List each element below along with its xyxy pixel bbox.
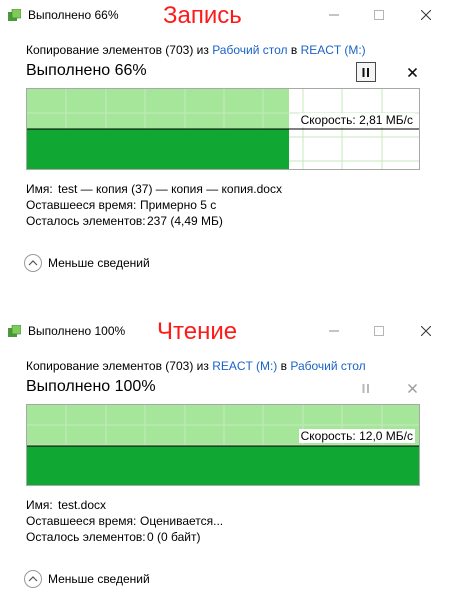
copy-prefix: Копирование элементов (703) из — [26, 359, 213, 373]
overlay-label: Чтение — [157, 318, 238, 345]
minimize-icon — [329, 14, 339, 16]
destination-link[interactable]: Рабочий стол — [290, 359, 365, 373]
speed-graph: Скорость: 2,81 МБ/с — [26, 88, 420, 170]
speed-graph: Скорость: 12,0 МБ/с — [26, 404, 420, 486]
destination-link[interactable]: REACT (M:) — [301, 43, 366, 57]
copy-app-icon — [8, 9, 21, 21]
copy-dialog-write: Выполнено 66% Запись Копирование элемент… — [0, 0, 450, 300]
fewer-details-label: Меньше сведений — [48, 572, 150, 586]
close-button[interactable] — [411, 2, 441, 28]
details-panel: Имя: test.docx Оставшееся время: Оценивает… — [26, 497, 223, 545]
items-row: Осталось элементов: 0 (0 байт) — [26, 529, 223, 545]
title-bar[interactable]: Выполнено 66% Запись — [0, 0, 450, 30]
copy-middle: в — [277, 359, 291, 373]
pause-button[interactable] — [356, 62, 376, 82]
window-title: Выполнено 100% — [28, 324, 126, 338]
maximize-button[interactable] — [364, 2, 394, 28]
minimize-icon — [329, 330, 339, 332]
cancel-button[interactable] — [403, 63, 421, 81]
fewer-details-label: Меньше сведений — [48, 256, 150, 270]
speed-label: Скорость: 2,81 МБ/с — [298, 113, 415, 127]
progress-heading: Выполнено 66% — [26, 62, 147, 79]
window-title: Выполнено 66% — [28, 8, 119, 22]
minimize-button[interactable] — [319, 2, 349, 28]
minimize-button[interactable] — [319, 318, 349, 344]
copy-middle: в — [287, 43, 301, 57]
pause-icon — [362, 383, 369, 393]
cancel-icon — [407, 67, 417, 77]
overlay-label: Запись — [163, 2, 242, 29]
close-icon — [421, 326, 431, 336]
maximize-button[interactable] — [364, 318, 394, 344]
time-label: Оставшееся время: — [26, 514, 137, 528]
close-icon — [421, 10, 431, 20]
speed-history — [27, 446, 419, 485]
cancel-icon — [407, 383, 417, 393]
speed-history — [27, 129, 289, 169]
name-label: Имя: — [26, 498, 53, 512]
fewer-details-toggle[interactable]: Меньше сведений — [24, 570, 150, 588]
pause-button[interactable] — [356, 378, 376, 398]
speed-graph-canvas — [27, 405, 419, 485]
copy-dialog-read: Выполнено 100% Чтение Копирование элемен… — [0, 316, 450, 600]
items-label: Осталось элементов: — [26, 530, 146, 544]
source-link[interactable]: Рабочий стол — [212, 43, 287, 57]
copy-app-icon — [8, 325, 21, 337]
items-row: Осталось элементов: 237 (4,49 МБ) — [26, 213, 282, 229]
time-row: Оставшееся время: Оценивается... — [26, 513, 223, 529]
name-row: Имя: test — копия (37) — копия — копия.do… — [26, 181, 282, 197]
details-panel: Имя: test — копия (37) — копия — копия.do… — [26, 181, 282, 229]
items-label: Осталось элементов: — [26, 214, 146, 228]
name-row: Имя: test.docx — [26, 497, 223, 513]
speed-graph-canvas — [27, 89, 419, 169]
name-value: test.docx — [58, 498, 107, 512]
time-row: Оставшееся время: Примерно 5 с — [26, 197, 282, 213]
copy-description: Копирование элементов (703) из Рабочий с… — [26, 43, 366, 57]
time-label: Оставшееся время: — [26, 198, 137, 212]
cancel-button[interactable] — [403, 379, 421, 397]
time-value: Примерно 5 с — [140, 198, 217, 212]
time-value: Оценивается... — [140, 514, 224, 528]
pause-icon — [362, 67, 369, 77]
fewer-details-toggle[interactable]: Меньше сведений — [24, 254, 150, 272]
speed-label: Скорость: 12,0 МБ/с — [298, 429, 415, 443]
items-value: 0 (0 байт) — [147, 530, 201, 544]
items-value: 237 (4,49 МБ) — [147, 214, 223, 228]
maximize-icon — [374, 10, 384, 20]
copy-description: Копирование элементов (703) из REACT (M:… — [26, 359, 366, 373]
name-label: Имя: — [26, 182, 53, 196]
name-value: test — копия (37) — копия — копия.docx — [58, 182, 282, 196]
chevron-up-icon — [24, 570, 42, 588]
source-link[interactable]: REACT (M:) — [212, 359, 277, 373]
chevron-up-icon — [24, 254, 42, 272]
close-button[interactable] — [411, 318, 441, 344]
copy-prefix: Копирование элементов (703) из — [26, 43, 213, 57]
title-bar[interactable]: Выполнено 100% Чтение — [0, 316, 450, 346]
maximize-icon — [374, 326, 384, 336]
progress-heading: Выполнено 100% — [26, 378, 156, 395]
